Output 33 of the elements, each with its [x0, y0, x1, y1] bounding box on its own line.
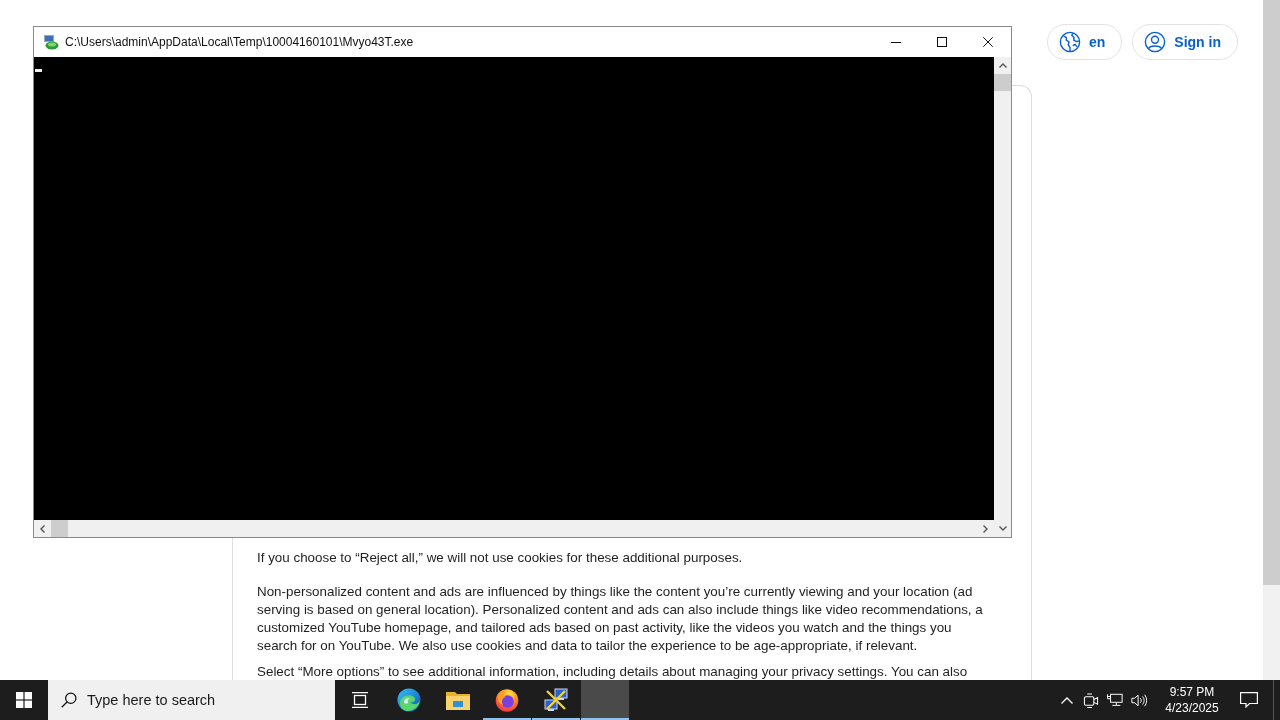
clock-date[interactable]: 4/23/2025	[1165, 701, 1219, 715]
chevron-left-icon	[40, 524, 45, 533]
consent-paragraph: Non-personalized content and ads are influenced by things like the content you’re currently viewing and your location (ad serving is based on general location). Personalized content and ads can also include things like video recommendations, a customized YouTube homepage, and tailored ads based on past activity, like the videos you watch and the things you search for on YouTube. We also use cookies and data to tailor the experience to be age-appropriate, if relevant.	[257, 583, 984, 655]
chevron-right-icon	[983, 524, 988, 533]
chevron-down-icon	[998, 526, 1007, 531]
chevron-up-icon	[1061, 696, 1073, 704]
flame-ring-icon	[495, 688, 519, 712]
globe-icon	[1059, 31, 1081, 53]
program-icon	[43, 34, 59, 50]
chevron-up-icon	[998, 63, 1007, 68]
horizontal-scrollbar[interactable]	[34, 520, 994, 537]
speaker-icon	[1131, 692, 1147, 708]
window-title: C:\Users\admin\AppData\Local\Temp\10004160101\Mvyo43T.exe	[65, 35, 414, 49]
consent-paragraph: Select “More options” to see additional information, including details about managing your privacy settings. You can also	[257, 663, 969, 681]
network-icon	[1107, 692, 1123, 708]
search-icon	[61, 692, 77, 708]
scrollbar-thumb[interactable]	[994, 74, 1011, 91]
scrollbar-thumb[interactable]	[51, 520, 68, 537]
maximize-icon	[937, 37, 947, 47]
search-field[interactable]: Type here to search	[48, 680, 335, 720]
minimize-icon	[891, 41, 901, 43]
network-computers-icon	[544, 688, 568, 712]
swirl-icon	[397, 688, 421, 712]
windows-logo-icon	[16, 692, 32, 708]
cursor-icon	[35, 69, 42, 72]
consent-paragraph: If you choose to “Reject all,” we will not use cookies for these additional purposes.	[257, 549, 744, 567]
vertical-scrollbar[interactable]	[994, 57, 1011, 537]
speech-bubble-icon	[1240, 692, 1258, 708]
close-icon	[983, 37, 993, 47]
camera-icon	[1083, 692, 1099, 708]
user-icon	[1144, 31, 1167, 53]
clock-time[interactable]: 9:57 PM	[1169, 685, 1215, 699]
task-view-icon	[351, 692, 369, 708]
